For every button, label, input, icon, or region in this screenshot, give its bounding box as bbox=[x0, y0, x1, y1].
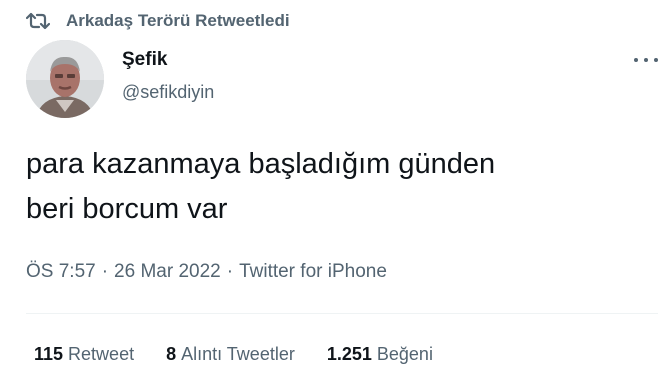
like-count-value: 1.251 bbox=[326, 344, 372, 364]
more-dot bbox=[644, 58, 648, 62]
author-display-name[interactable]: Şefik bbox=[122, 48, 214, 72]
retweet-count-value: 115 bbox=[34, 344, 64, 364]
avatar-photo bbox=[26, 40, 104, 118]
tweet-date[interactable]: 26 Mar 2022 bbox=[114, 261, 221, 282]
divider bbox=[26, 313, 658, 314]
social-context-text: Arkadaş Terörü Retweetledi bbox=[66, 11, 290, 30]
like-count[interactable]: 1.251 Beğeni bbox=[327, 342, 433, 366]
retweet-count-label: Retweet bbox=[68, 344, 135, 364]
like-count-label: Beğeni bbox=[376, 344, 433, 364]
more-dot bbox=[634, 58, 638, 62]
quote-count-value: 8 bbox=[166, 344, 177, 364]
social-context[interactable]: Arkadaş Terörü Retweetledi bbox=[25, 8, 290, 34]
tweet-stats: 115 Retweet 8 Alıntı Tweetler 1.251 Beğeni bbox=[34, 342, 465, 366]
author-info[interactable]: Şefik @sefikdiyin bbox=[122, 48, 214, 103]
retweet-icon bbox=[25, 11, 51, 31]
tweet-text: para kazanmaya başladığım günden beri bo… bbox=[26, 148, 496, 225]
meta-separator: · bbox=[226, 261, 234, 282]
meta-separator: · bbox=[101, 261, 109, 282]
author-handle[interactable]: @sefikdiyin bbox=[122, 81, 214, 103]
more-icon[interactable] bbox=[634, 50, 658, 70]
retweet-count[interactable]: 115 Retweet bbox=[34, 342, 134, 366]
tweet-time[interactable]: ÖS 7:57 bbox=[26, 261, 96, 282]
tweet-meta: ÖS 7:57 · 26 Mar 2022 · Twitter for iPhone bbox=[26, 259, 387, 285]
more-dot bbox=[654, 58, 658, 62]
avatar[interactable] bbox=[26, 40, 104, 118]
tweet-source[interactable]: Twitter for iPhone bbox=[239, 261, 387, 282]
quote-count[interactable]: 8 Alıntı Tweetler bbox=[166, 342, 295, 366]
quote-count-label: Alıntı Tweetler bbox=[181, 344, 295, 364]
